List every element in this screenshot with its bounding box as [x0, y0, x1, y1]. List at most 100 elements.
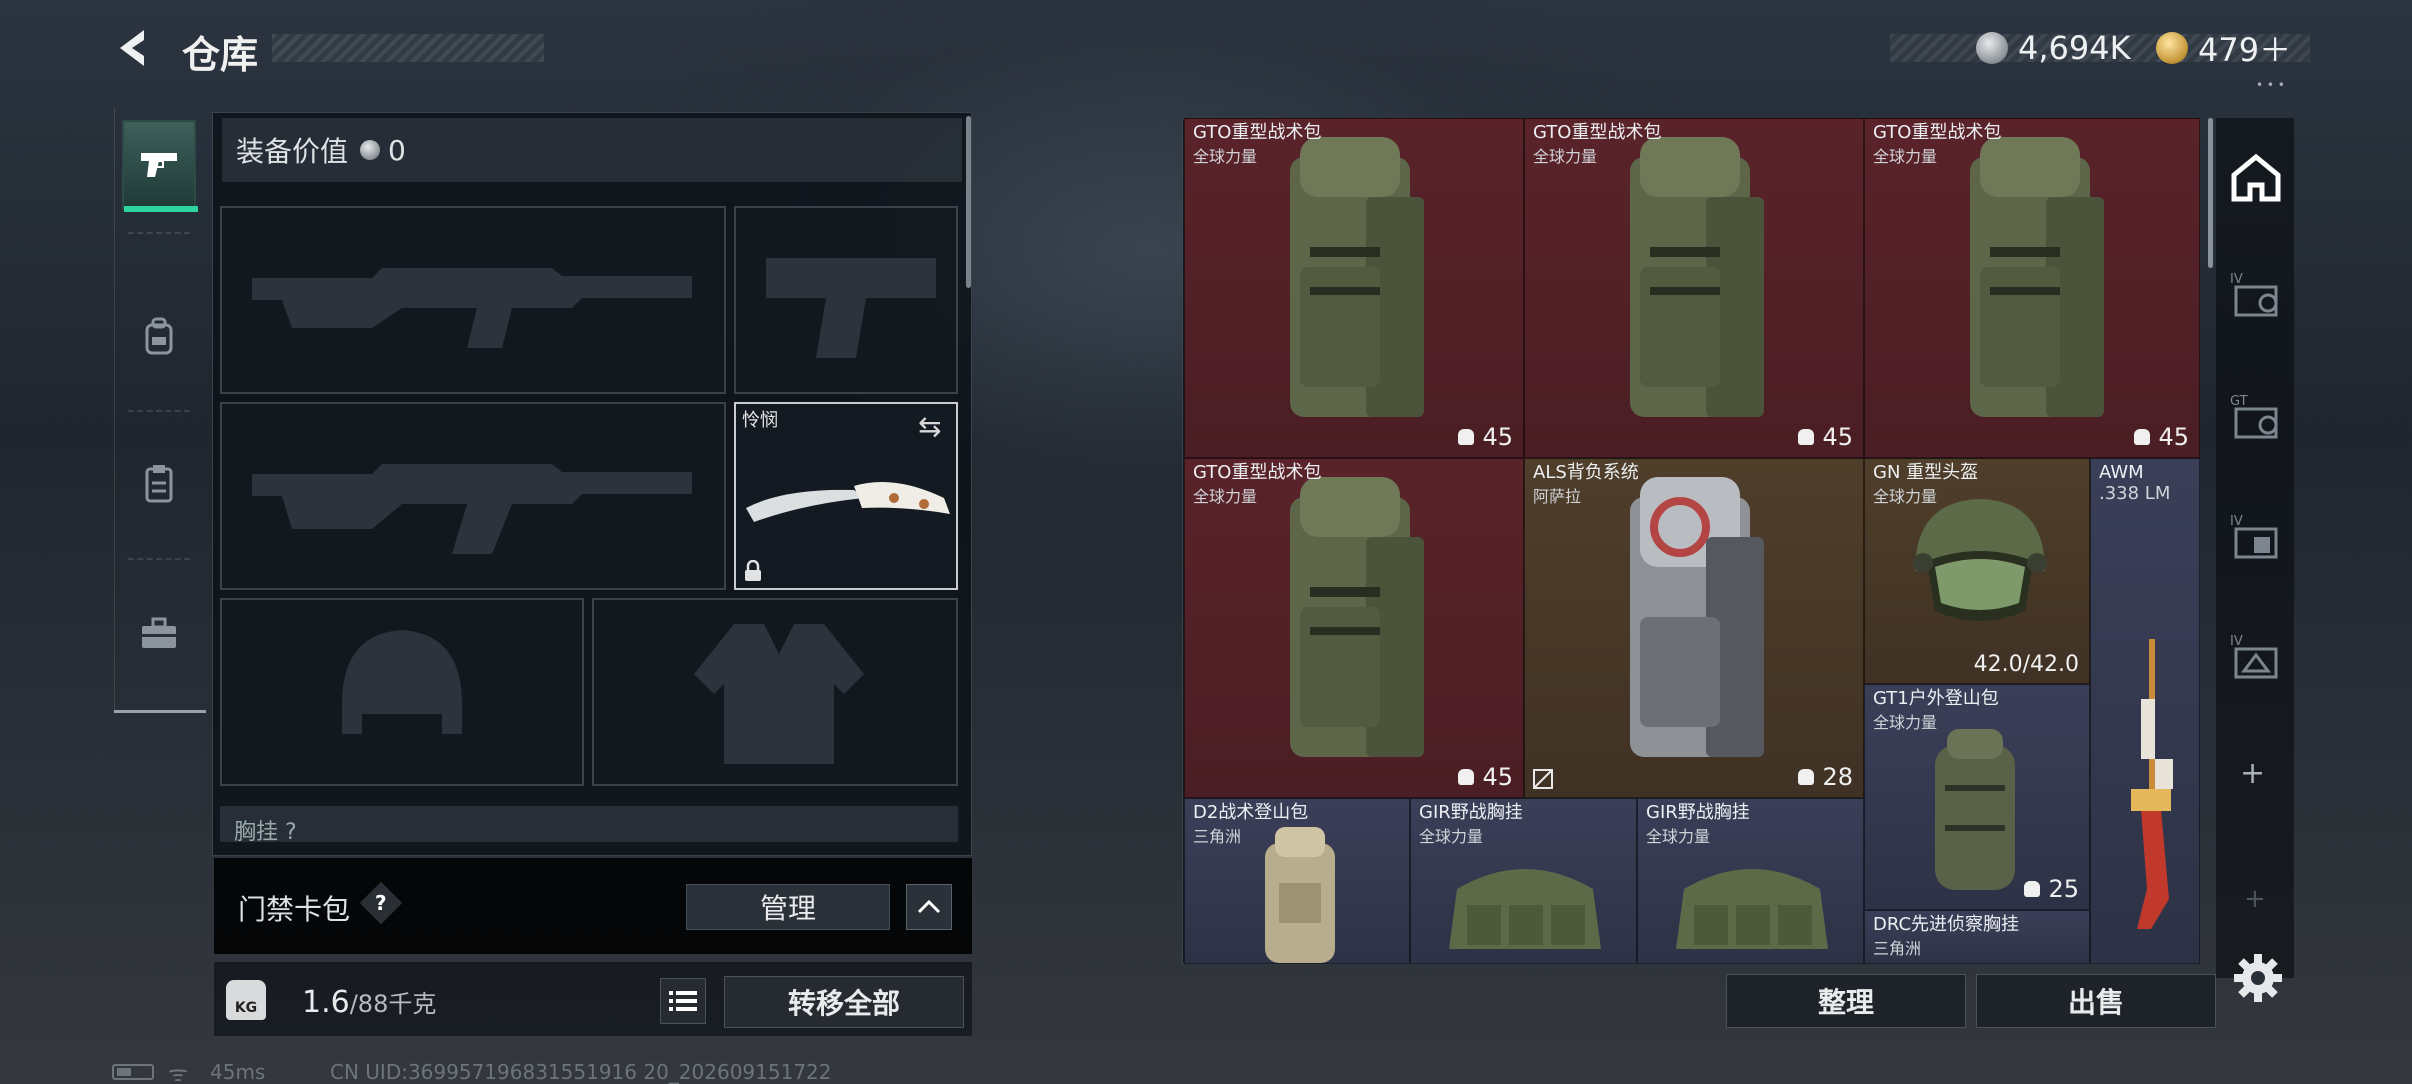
item-name: AWM [2099, 462, 2144, 483]
tab-consumables[interactable] [122, 438, 196, 528]
item-capacity: 45 [1458, 763, 1513, 791]
manage-button[interactable]: 管理 [686, 884, 890, 930]
storage-box-icon: IV [2230, 272, 2278, 317]
tab-tools[interactable] [122, 588, 196, 678]
capacity-value: 25 [2048, 875, 2079, 903]
item-name: GIR野战胸挂 [1646, 802, 1750, 823]
item-faction: 全球力量 [1419, 827, 1484, 846]
item-capacity: 25 [2024, 875, 2079, 903]
item-faction: 全球力量 [1533, 147, 1598, 166]
item-faction: 三角洲 [1873, 939, 1922, 958]
add-storage-button[interactable]: + [2240, 756, 2265, 791]
collapse-button[interactable] [906, 884, 952, 930]
tab-weapons[interactable] [122, 120, 198, 212]
back-arrow-icon[interactable] [110, 24, 158, 72]
item-capacity: 28 [1798, 763, 1853, 791]
silver-amount: 4,694K [2018, 29, 2131, 67]
inventory-item[interactable]: GT1户外登山包 全球力量 25 [1864, 684, 2090, 910]
melee-name: 怜悯 [742, 410, 778, 431]
item-faction: 全球力量 [1193, 487, 1258, 506]
capacity-value: 45 [1482, 763, 1513, 791]
inventory-item[interactable]: D2战术登山包 三角洲 [1184, 798, 1410, 964]
wifi-icon: ᯤ [168, 1062, 189, 1084]
ping-text: 45ms [210, 1060, 266, 1084]
item-faction: 全球力量 [1873, 487, 1938, 506]
pistol-icon [141, 153, 177, 177]
lock-icon [745, 560, 761, 581]
item-name: ALS背负系统 [1533, 462, 1639, 483]
armor-slot[interactable] [592, 598, 958, 786]
item-name: GIR野战胸挂 [1419, 802, 1523, 823]
list-icon [669, 991, 697, 1011]
inventory-item[interactable]: DRC先进侦察胸挂 三角洲 [1864, 910, 2090, 964]
weight-icon: KG [226, 980, 266, 1020]
capacity-value: 28 [1822, 763, 1853, 791]
item-caliber: .338 LM [2099, 483, 2171, 504]
silver-coin-icon [360, 140, 381, 160]
inventory-item[interactable]: GTO重型战术包 全球力量 45 [1184, 118, 1524, 458]
inventory-item[interactable]: GN 重型头盔 全球力量 42.0/42.0 [1864, 458, 2090, 684]
equip-value: 0 [388, 133, 406, 167]
tab-storage-1[interactable]: IV [2226, 264, 2286, 324]
backpack-icon [1290, 477, 1424, 757]
inventory-item[interactable]: GIR野战胸挂 全球力量 [1410, 798, 1637, 964]
helmet-slot[interactable] [220, 598, 584, 786]
equip-value-bar: 装备价值 0 [222, 118, 962, 182]
rifle-silhouette-icon [252, 268, 692, 348]
item-name: D2战术登山包 [1193, 802, 1309, 823]
inventory-item[interactable]: ALS背负系统 阿萨拉 28 [1524, 458, 1864, 798]
helmet-icon [1913, 499, 2047, 621]
item-name: GT1户外登山包 [1873, 688, 1999, 709]
silver-currency[interactable]: 4,694K [1976, 26, 2131, 70]
tab-gear[interactable] [122, 292, 196, 382]
inventory-item[interactable]: GTO重型战术包 全球力量 45 [1184, 458, 1524, 798]
house-icon [2231, 153, 2281, 202]
backpack-icon [1630, 477, 1764, 757]
gold-currency[interactable]: 479＋ [2156, 26, 2291, 70]
gold-amount: 479＋ [2198, 31, 2292, 69]
capacity-icon [2134, 429, 2151, 445]
more-indicator-icon: • • • [2256, 78, 2285, 92]
primary-weapon-slot[interactable] [220, 206, 726, 394]
transfer-all-button[interactable]: 转移全部 [724, 976, 964, 1028]
item-capacity: 45 [2134, 423, 2189, 451]
gold-coin-icon [2156, 32, 2188, 64]
storage-scrollbar[interactable] [2208, 118, 2213, 268]
tab-badge: IV [2230, 272, 2243, 287]
inventory-item[interactable]: GTO重型战术包 全球力量 45 [1864, 118, 2200, 458]
storage-grid: GTO重型战术包 全球力量 45 GTO重型战术包 全球力量 45 GTO重型战… [1184, 118, 2200, 964]
storage-box-icon: IV [2230, 514, 2278, 559]
inventory-item[interactable]: GIR野战胸挂 全球力量 [1637, 798, 1864, 964]
capacity-value: 45 [2158, 423, 2189, 451]
backpack-icon [1290, 137, 1424, 417]
item-faction: 全球力量 [1193, 147, 1258, 166]
tab-storage-3[interactable]: IV [2226, 506, 2286, 566]
no-sell-icon [1533, 769, 1553, 789]
page-title: 仓库 [182, 33, 259, 77]
vest-silhouette-icon [694, 624, 864, 764]
secondary-weapon-slot[interactable] [220, 402, 726, 590]
list-view-button[interactable] [660, 978, 706, 1024]
rifle-silhouette-icon [252, 464, 692, 554]
pistol-slot[interactable] [734, 206, 958, 394]
inventory-item[interactable]: AWM .338 LM [2090, 458, 2200, 964]
tab-storage-2[interactable]: GT [2226, 386, 2286, 446]
sidebar-bottom-line [114, 710, 206, 713]
gear-icon[interactable] [2232, 952, 2284, 1004]
tab-badge: IV [2230, 634, 2243, 649]
chest-rig-slot-header[interactable]: 胸挂 ? [220, 806, 958, 842]
sell-button[interactable]: 出售 [1976, 974, 2216, 1028]
tab-badge: IV [2230, 514, 2243, 529]
tab-storage-4[interactable]: IV [2226, 626, 2286, 686]
add-storage-button-disabled: + [2244, 884, 2266, 914]
tab-all-storage[interactable] [2226, 148, 2286, 208]
capacity-value: 45 [1482, 423, 1513, 451]
clipboard-icon [145, 465, 173, 503]
item-capacity: 45 [1458, 423, 1513, 451]
inventory-item[interactable]: GTO重型战术包 全球力量 45 [1524, 118, 1864, 458]
swap-icon[interactable]: ⇆ [918, 410, 941, 443]
loadout-scrollbar[interactable] [966, 116, 971, 288]
sidebar-divider [128, 232, 190, 234]
help-icon: ? [375, 890, 387, 915]
sort-button[interactable]: 整理 [1726, 974, 1966, 1028]
